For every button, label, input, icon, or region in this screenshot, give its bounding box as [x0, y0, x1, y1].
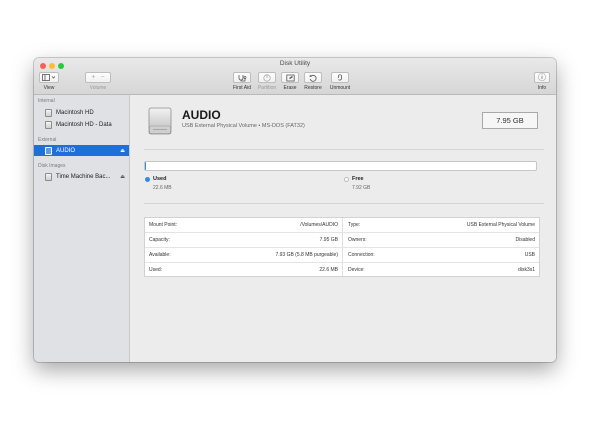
info-key: Used:	[149, 267, 163, 273]
used-legend-value: 22.6 MB	[153, 185, 172, 191]
external-disk-icon	[45, 146, 52, 155]
free-legend-label: Free	[352, 176, 364, 182]
sidebar-item-macintosh-hd[interactable]: Macintosh HD	[34, 107, 129, 118]
sidebar-toggle-icon	[42, 74, 56, 81]
internal-disk-icon	[45, 108, 52, 117]
info-button[interactable]: ⓘ	[534, 72, 550, 83]
erase-button[interactable]	[281, 72, 299, 83]
add-volume-icon[interactable]: +	[91, 74, 95, 81]
info-label: Info	[537, 85, 547, 91]
first-aid-label: First Aid	[232, 85, 252, 91]
erase-icon	[285, 74, 295, 81]
info-icon: ⓘ	[538, 73, 546, 82]
sidebar-heading-disk-images: Disk Images	[38, 163, 66, 169]
sidebar-item-label: AUDIO	[56, 147, 76, 154]
info-value: disk3s1	[518, 267, 535, 273]
usage-bar	[144, 161, 537, 171]
volume-description: USB External Physical Volume • MS-DOS (F…	[182, 123, 305, 129]
info-value: /Volumes/AUDIO	[300, 222, 338, 228]
divider	[144, 149, 544, 150]
table-row: Used: 22.6 MB Device: disk3s1	[145, 263, 539, 278]
info-value: 7.95 GB	[319, 237, 338, 243]
disk-image-icon	[45, 172, 52, 181]
divider	[144, 203, 544, 204]
info-key: Owners:	[348, 237, 367, 243]
info-value: 7.93 GB (5.8 MB purgeable)	[275, 252, 338, 258]
restore-icon	[309, 74, 317, 82]
external-drive-icon	[148, 107, 172, 135]
info-key: Available:	[149, 252, 171, 258]
table-row: Mount Point: /Volumes/AUDIO Type: USB Ex…	[145, 218, 539, 233]
volume-detail-pane: AUDIO USB External Physical Volume • MS-…	[130, 95, 556, 362]
unmount-button[interactable]	[331, 72, 349, 83]
info-key: Type:	[348, 222, 361, 228]
sidebar-heading-internal: Internal	[38, 98, 55, 104]
used-legend-label: Used	[153, 176, 167, 182]
info-key: Device:	[348, 267, 365, 273]
volume-size-box: 7.95 GB	[482, 112, 538, 129]
first-aid-button[interactable]	[233, 72, 251, 83]
sidebar-item-label: Time Machine Bac...	[56, 173, 111, 180]
internal-disk-icon	[45, 120, 52, 129]
volume-label: Volume	[89, 85, 107, 91]
free-legend-dot	[344, 177, 349, 182]
sidebar: Internal Macintosh HD Macintosh HD - Dat…	[34, 95, 130, 362]
eject-icon[interactable]: ⏏	[120, 148, 125, 154]
sidebar-item-label: Macintosh HD	[56, 109, 94, 116]
volume-info-table: Mount Point: /Volumes/AUDIO Type: USB Ex…	[144, 217, 540, 277]
info-key: Mount Point:	[149, 222, 178, 228]
table-row: Capacity: 7.95 GB Owners: Disabled	[145, 233, 539, 248]
table-row: Available: 7.93 GB (5.8 MB purgeable) Co…	[145, 248, 539, 263]
free-legend-value: 7.92 GB	[352, 185, 371, 191]
volume-name: AUDIO	[182, 108, 221, 122]
sidebar-item-macintosh-hd-data[interactable]: Macintosh HD - Data	[34, 119, 129, 130]
partition-button[interactable]	[258, 72, 276, 83]
view-button[interactable]	[39, 72, 59, 83]
sidebar-heading-external: External	[38, 137, 57, 143]
stethoscope-icon	[238, 74, 246, 81]
usage-bar-used-fill	[145, 162, 147, 170]
info-value: USB	[524, 252, 535, 258]
eject-icon[interactable]: ⏏	[120, 174, 125, 180]
view-label: View	[43, 85, 55, 91]
unmount-icon	[338, 73, 342, 81]
toolbar: Disk Utility View + − Volume First Aid P…	[34, 58, 556, 95]
restore-label: Restore	[304, 85, 322, 91]
sidebar-item-time-machine[interactable]: Time Machine Bac... ⏏	[34, 171, 129, 182]
unmount-label: Unmount	[329, 85, 351, 91]
volume-add-remove-control[interactable]: + −	[85, 72, 111, 83]
sidebar-item-audio[interactable]: AUDIO ⏏	[34, 145, 129, 156]
info-value: Disabled	[515, 237, 535, 243]
used-legend-dot	[145, 177, 150, 182]
restore-button[interactable]	[304, 72, 322, 83]
info-value: USB External Physical Volume	[466, 222, 535, 228]
info-value: 22.6 MB	[319, 267, 338, 273]
sidebar-item-label: Macintosh HD - Data	[56, 121, 112, 128]
info-key: Connection:	[348, 252, 375, 258]
window-title: Disk Utility	[279, 60, 311, 67]
disk-utility-window: Disk Utility View + − Volume First Aid P…	[34, 58, 556, 362]
info-key: Capacity:	[149, 237, 170, 243]
partition-icon	[263, 73, 271, 82]
remove-volume-icon[interactable]: −	[101, 74, 105, 81]
